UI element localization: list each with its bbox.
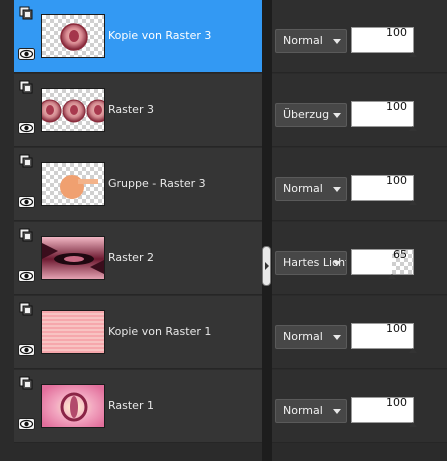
- layer-thumbnail-circle-lady[interactable]: [41, 14, 105, 58]
- chevron-down-icon: [333, 39, 341, 44]
- opacity-fill: [352, 250, 392, 274]
- opacity-pointer[interactable]: [409, 422, 417, 427]
- chevron-down-icon: [333, 187, 341, 192]
- layer-visibility-icon[interactable]: [19, 154, 33, 168]
- layer-thumbnail-orange-blob[interactable]: [41, 162, 105, 206]
- layer-name[interactable]: Kopie von Raster 1: [108, 325, 211, 338]
- opacity-slider[interactable]: 100: [351, 174, 417, 205]
- blend-mode-dropdown[interactable]: Normal: [275, 325, 347, 349]
- layer-properties: Normal 100: [272, 296, 447, 369]
- panel-splitter[interactable]: [262, 0, 272, 461]
- layer-thumbnail-dark-pink-pattern[interactable]: [41, 236, 105, 280]
- layer-name[interactable]: Gruppe - Raster 3: [108, 177, 206, 190]
- eye-icon[interactable]: [18, 270, 35, 282]
- layer-properties: Normal 100: [272, 370, 447, 443]
- chevron-down-icon: [333, 409, 341, 414]
- chevron-down-icon: [333, 113, 341, 118]
- layer-visibility-icon[interactable]: [19, 302, 33, 316]
- layer-visibility-icon[interactable]: [19, 6, 33, 20]
- layer-name[interactable]: Raster 1: [108, 399, 154, 412]
- opacity-slider[interactable]: 100: [351, 26, 417, 57]
- opacity-pointer[interactable]: [409, 348, 417, 353]
- layer-info-area[interactable]: Raster 1: [14, 370, 262, 443]
- opacity-slider[interactable]: 100: [351, 396, 417, 427]
- opacity-pointer[interactable]: [387, 274, 396, 279]
- blend-mode-dropdown[interactable]: Überzug: [275, 103, 347, 127]
- blend-mode-label: Normal: [283, 330, 323, 343]
- blend-mode-label: Überzug: [283, 108, 330, 121]
- layer-row-2[interactable]: Raster 3 Überzug 100: [0, 74, 447, 148]
- opacity-slider[interactable]: 100: [351, 100, 417, 131]
- layer-thumbnail-pink-glow[interactable]: [41, 384, 105, 428]
- layer-info-area[interactable]: Kopie von Raster 3: [14, 0, 262, 73]
- opacity-value: 100: [386, 322, 407, 335]
- layer-row-4[interactable]: Raster 2 Hartes Licht 65: [0, 222, 447, 296]
- layer-info-area[interactable]: Raster 2: [14, 222, 262, 295]
- blend-mode-label: Normal: [283, 182, 323, 195]
- eye-icon[interactable]: [18, 122, 35, 134]
- opacity-slider[interactable]: 100: [351, 322, 417, 353]
- eye-icon[interactable]: [18, 196, 35, 208]
- layer-info-area[interactable]: Kopie von Raster 1: [14, 296, 262, 369]
- opacity-value: 100: [386, 26, 407, 39]
- layer-name[interactable]: Raster 2: [108, 251, 154, 264]
- opacity-value: 100: [386, 396, 407, 409]
- blend-mode-dropdown[interactable]: Normal: [275, 177, 347, 201]
- opacity-value: 65: [393, 248, 407, 261]
- blend-mode-dropdown[interactable]: Hartes Licht: [275, 251, 347, 275]
- eye-icon[interactable]: [18, 418, 35, 430]
- opacity-pointer[interactable]: [409, 200, 417, 205]
- blend-mode-dropdown[interactable]: Normal: [275, 399, 347, 423]
- layer-properties: Normal 100: [272, 0, 447, 73]
- eye-icon[interactable]: [18, 48, 35, 60]
- layer-properties: Normal 100: [272, 148, 447, 221]
- opacity-value: 100: [386, 100, 407, 113]
- layer-row-3[interactable]: Gruppe - Raster 3 Normal 100: [0, 148, 447, 222]
- layer-row-6[interactable]: Raster 1 Normal 100: [0, 370, 447, 444]
- layer-properties: Hartes Licht 65: [272, 222, 447, 295]
- blend-mode-label: Normal: [283, 34, 323, 47]
- opacity-slider[interactable]: 65: [351, 248, 414, 279]
- opacity-pointer[interactable]: [409, 126, 417, 131]
- layers-panel: Kopie von Raster 3 Normal 100 Raster 3 Ü…: [0, 0, 447, 452]
- layer-name[interactable]: Kopie von Raster 3: [108, 29, 211, 42]
- layer-thumbnail-pink-stripes[interactable]: [41, 310, 105, 354]
- layer-info-area[interactable]: Gruppe - Raster 3: [14, 148, 262, 221]
- layer-row-1[interactable]: Kopie von Raster 3 Normal 100: [0, 0, 447, 74]
- splitter-collapse-handle[interactable]: [262, 246, 271, 286]
- blend-mode-label: Normal: [283, 404, 323, 417]
- layer-row-5[interactable]: Kopie von Raster 1 Normal 100: [0, 296, 447, 370]
- layer-properties: Überzug 100: [272, 74, 447, 147]
- chevron-down-icon: [333, 335, 341, 340]
- blend-mode-dropdown[interactable]: Normal: [275, 29, 347, 53]
- layer-visibility-icon[interactable]: [19, 376, 33, 390]
- layer-visibility-icon[interactable]: [19, 80, 33, 94]
- eye-icon[interactable]: [18, 344, 35, 356]
- opacity-pointer[interactable]: [409, 52, 417, 57]
- opacity-value: 100: [386, 174, 407, 187]
- layer-thumbnail-three-circles[interactable]: [41, 88, 105, 132]
- chevron-down-icon: [333, 261, 341, 266]
- layer-visibility-icon[interactable]: [19, 228, 33, 242]
- layer-info-area[interactable]: Raster 3: [14, 74, 262, 147]
- layer-name[interactable]: Raster 3: [108, 103, 154, 116]
